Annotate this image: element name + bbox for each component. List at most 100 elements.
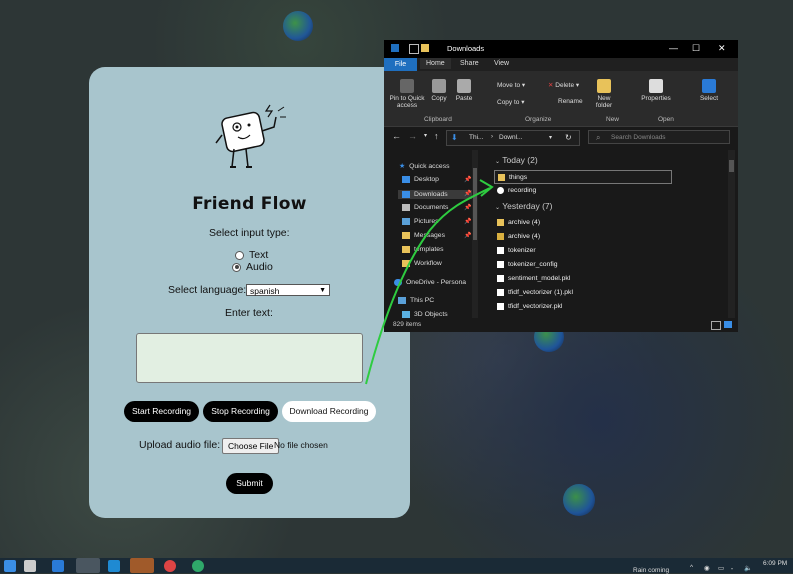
nav-scrollbar[interactable] <box>472 150 478 318</box>
file-status: No file chosen <box>274 440 328 450</box>
group-today-header[interactable]: ⌄ Today (2) <box>495 155 538 165</box>
folder-icon <box>402 232 410 239</box>
move-to-button[interactable]: Move to ▾ <box>497 81 525 89</box>
new-folder-button[interactable]: New folder <box>590 79 618 109</box>
volume-icon[interactable]: 🔈 <box>744 564 752 572</box>
file-row-tokenizer[interactable]: tokenizer <box>494 244 670 256</box>
explorer-titlebar[interactable]: Downloads — ☐ ✕ <box>384 40 738 58</box>
tab-share[interactable]: Share <box>460 60 479 67</box>
breadcrumb-this-pc[interactable]: Thi... <box>469 134 483 141</box>
network-icon[interactable]: ◉ <box>704 564 710 572</box>
folder-icon <box>498 173 505 181</box>
file-row-things[interactable]: things <box>494 170 672 184</box>
chevron-down-icon[interactable]: ▾ <box>549 134 552 141</box>
edge-icon[interactable] <box>52 560 64 572</box>
back-arrow-icon[interactable]: ← <box>392 131 401 141</box>
star-icon: ★ <box>399 163 406 170</box>
file-icon <box>497 246 504 254</box>
copy-button[interactable]: Copy <box>429 79 449 102</box>
file-row-archive-zip[interactable]: archive (4) <box>494 230 670 242</box>
delete-button[interactable]: ✕ Delete ▾ <box>548 81 579 89</box>
download-recording-button[interactable]: Download Recording <box>282 401 376 422</box>
nav-documents[interactable]: Documents <box>402 204 448 211</box>
group-organize-label: Organize <box>525 116 552 123</box>
paste-button[interactable]: Paste <box>453 79 475 102</box>
tab-file[interactable]: File <box>384 58 417 71</box>
file-explorer-taskbar-icon[interactable] <box>76 558 100 573</box>
radio-circle[interactable] <box>235 250 244 260</box>
properties-button[interactable]: Properties <box>640 79 672 102</box>
scrollbar-thumb[interactable] <box>473 168 477 240</box>
nav-this-pc[interactable]: This PC <box>398 297 434 304</box>
chevron-down-icon[interactable]: ▾ <box>424 132 427 139</box>
details-view-icon[interactable] <box>711 321 721 330</box>
radio-audio-label: Audio <box>246 261 273 273</box>
folder-icon[interactable] <box>421 44 429 52</box>
file-row-tokenizer-config[interactable]: tokenizer_config <box>494 258 670 270</box>
nav-pictures[interactable]: Pictures <box>402 218 439 225</box>
search-input[interactable]: ⌕ Search Downloads <box>588 130 730 144</box>
group-yesterday-header[interactable]: ⌄ Yesterday (7) <box>495 201 553 211</box>
pin-to-quick-access-button[interactable]: Pin to Quick access <box>387 79 427 109</box>
radio-text[interactable]: Text <box>235 249 268 261</box>
group-new-label: New <box>606 116 620 123</box>
tab-view[interactable]: View <box>494 60 509 67</box>
battery-icon[interactable]: ▭ <box>718 564 724 572</box>
choose-file-button[interactable]: Choose File <box>222 438 280 454</box>
file-list-scrollbar[interactable] <box>728 150 735 318</box>
pin-icon <box>400 79 414 93</box>
pin-icon: 📌 <box>464 233 472 239</box>
text-input-area[interactable] <box>136 333 363 383</box>
file-row-recording[interactable]: recording <box>494 184 670 196</box>
start-recording-button[interactable]: Start Recording <box>124 401 199 422</box>
app-icon[interactable] <box>192 560 204 572</box>
tab-home[interactable]: Home <box>420 58 451 69</box>
chevron-right-icon: › <box>491 134 493 140</box>
nav-messages[interactable]: Messages <box>402 232 445 239</box>
file-icon <box>497 260 504 268</box>
radio-text-label: Text <box>249 249 269 261</box>
radio-circle-selected[interactable] <box>232 262 241 272</box>
radio-audio[interactable]: Audio <box>232 261 273 273</box>
file-row-tfidf-vectorizer-1[interactable]: tfidf_vectorizer (1).pkl <box>494 286 670 298</box>
wifi-icon[interactable]: ꞏ <box>731 564 733 573</box>
file-row-tfidf-vectorizer[interactable]: tfidf_vectorizer.pkl <box>494 300 670 312</box>
close-icon[interactable]: ✕ <box>718 43 726 54</box>
forward-arrow-icon[interactable]: → <box>408 131 417 141</box>
language-select[interactable]: spanish ▼ <box>246 284 330 296</box>
chrome-icon[interactable] <box>164 560 176 572</box>
file-list: ⌄ Today (2) things recording ⌄ Yesterday… <box>484 150 735 318</box>
maximize-icon[interactable]: ☐ <box>692 43 700 54</box>
stop-recording-button[interactable]: Stop Recording <box>203 401 278 422</box>
submit-button[interactable]: Submit <box>226 473 273 494</box>
chevron-up-icon[interactable]: ^ <box>690 564 693 571</box>
refresh-icon[interactable]: ↻ <box>565 133 572 142</box>
nav-3d-objects[interactable]: 3D Objects <box>402 311 448 318</box>
breadcrumb-downloads[interactable]: Downl... <box>499 134 522 141</box>
scrollbar-thumb[interactable] <box>729 160 734 172</box>
quick-access-toolbar-icon[interactable] <box>409 44 419 54</box>
nav-desktop[interactable]: Desktop <box>402 176 439 183</box>
folder-icon <box>391 44 399 52</box>
file-icon <box>497 274 504 282</box>
clock-time[interactable]: 6:09 PM <box>763 560 787 567</box>
nav-quick-access[interactable]: ★ Quick access <box>399 162 450 171</box>
copy-to-button[interactable]: Copy to ▾ <box>497 98 524 106</box>
nav-workflow[interactable]: Workflow <box>402 260 442 267</box>
windows-start-icon[interactable] <box>4 560 16 572</box>
upload-label: Upload audio file: <box>139 439 221 451</box>
teams-icon[interactable] <box>130 558 154 573</box>
file-row-archive-folder[interactable]: archive (4) <box>494 216 670 228</box>
rename-button[interactable]: Rename <box>558 98 583 105</box>
nav-templates[interactable]: templates <box>402 246 443 253</box>
desktop-orb <box>563 484 595 516</box>
nav-onedrive[interactable]: OneDrive - Persona <box>394 279 466 286</box>
select-button[interactable]: Select <box>698 79 720 102</box>
address-bar[interactable]: ⬇ Thi... › Downl... ▾ ↻ <box>446 130 580 146</box>
large-icons-view-icon[interactable] <box>724 321 732 328</box>
up-arrow-icon[interactable]: ↑ <box>434 131 439 141</box>
vscode-icon[interactable] <box>108 560 120 572</box>
file-row-sentiment-model[interactable]: sentiment_model.pkl <box>494 272 670 284</box>
minimize-icon[interactable]: — <box>669 43 678 53</box>
store-icon[interactable] <box>24 560 36 572</box>
